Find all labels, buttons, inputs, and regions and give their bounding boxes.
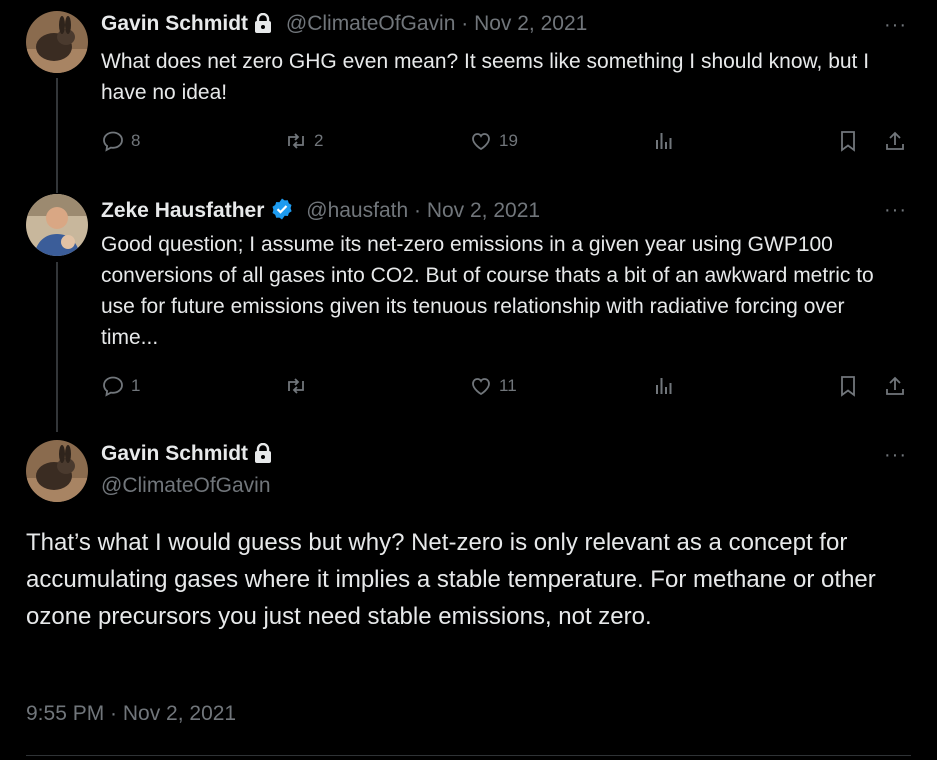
share-button[interactable] xyxy=(883,129,907,153)
retweet-button[interactable] xyxy=(284,374,314,398)
tweet-date[interactable]: Nov 2, 2021 xyxy=(427,199,540,222)
separator: · xyxy=(455,12,475,35)
action-bar: 1 11 xyxy=(101,374,911,404)
tweet-timestamp[interactable]: 9:55 PM · Nov 2, 2021 xyxy=(26,702,236,726)
author-handle[interactable]: @ClimateOfGavin xyxy=(101,474,271,502)
share-icon xyxy=(886,376,904,395)
like-button[interactable]: 11 xyxy=(469,374,517,398)
tweet-text: That’s what I would guess but why? Net-z… xyxy=(26,529,876,630)
more-options-icon[interactable]: ··· xyxy=(884,444,907,467)
separator: · xyxy=(408,199,427,222)
like-button[interactable]: 19 xyxy=(469,129,518,153)
author-name[interactable]: Gavin Schmidt xyxy=(101,442,248,465)
retweet-button[interactable]: 2 xyxy=(284,129,323,153)
like-count: 19 xyxy=(499,131,518,150)
bookmark-button[interactable] xyxy=(836,374,860,398)
heart-icon xyxy=(472,133,490,151)
reply-icon xyxy=(103,376,123,397)
share-icon xyxy=(886,131,904,150)
views-button[interactable] xyxy=(652,374,676,398)
more-options-icon[interactable]: ··· xyxy=(884,199,907,222)
views-icon xyxy=(656,133,672,149)
retweet-icon xyxy=(288,133,304,149)
heart-icon xyxy=(472,378,490,396)
share-button[interactable] xyxy=(883,374,907,398)
author-name[interactable]: Gavin Schmidt xyxy=(101,12,248,35)
avatar[interactable] xyxy=(26,11,88,73)
divider xyxy=(26,755,911,756)
avatar[interactable] xyxy=(26,194,88,256)
action-bar: 8 2 19 xyxy=(101,129,911,159)
author-handle[interactable]: @ClimateOfGavin xyxy=(286,12,456,35)
reply-count: 8 xyxy=(131,131,141,150)
tweet-text: What does net zero GHG even mean? It see… xyxy=(101,50,870,104)
tweet-date[interactable]: Nov 2, 2021 xyxy=(474,12,587,35)
views-button[interactable] xyxy=(652,129,676,153)
views-icon xyxy=(656,378,672,394)
reply-tweet-2[interactable]: Zeke Hausfather @hausfath · Nov 2, 2021 … xyxy=(0,190,937,432)
author-name[interactable]: Zeke Hausfather xyxy=(101,199,264,222)
lock-icon xyxy=(254,12,272,39)
reply-count: 1 xyxy=(131,376,141,395)
verified-badge-icon xyxy=(270,197,294,227)
more-options-icon[interactable]: ··· xyxy=(884,14,907,37)
reply-tweet-1[interactable]: Gavin Schmidt @ClimateOfGavin · Nov 2, 2… xyxy=(0,0,937,193)
reply-icon xyxy=(103,131,123,152)
like-count: 11 xyxy=(499,376,517,395)
lock-icon xyxy=(254,442,272,469)
retweet-icon xyxy=(288,378,304,394)
author-handle[interactable]: @hausfath xyxy=(306,199,408,222)
reply-button[interactable]: 1 xyxy=(101,374,140,398)
bookmark-icon xyxy=(841,376,855,397)
reply-button[interactable]: 8 xyxy=(101,129,140,153)
retweet-count: 2 xyxy=(314,131,324,150)
bookmark-icon xyxy=(841,131,855,152)
bookmark-button[interactable] xyxy=(836,129,860,153)
tweet-text: Good question; I assume its net-zero emi… xyxy=(101,233,874,349)
avatar[interactable] xyxy=(26,440,88,502)
